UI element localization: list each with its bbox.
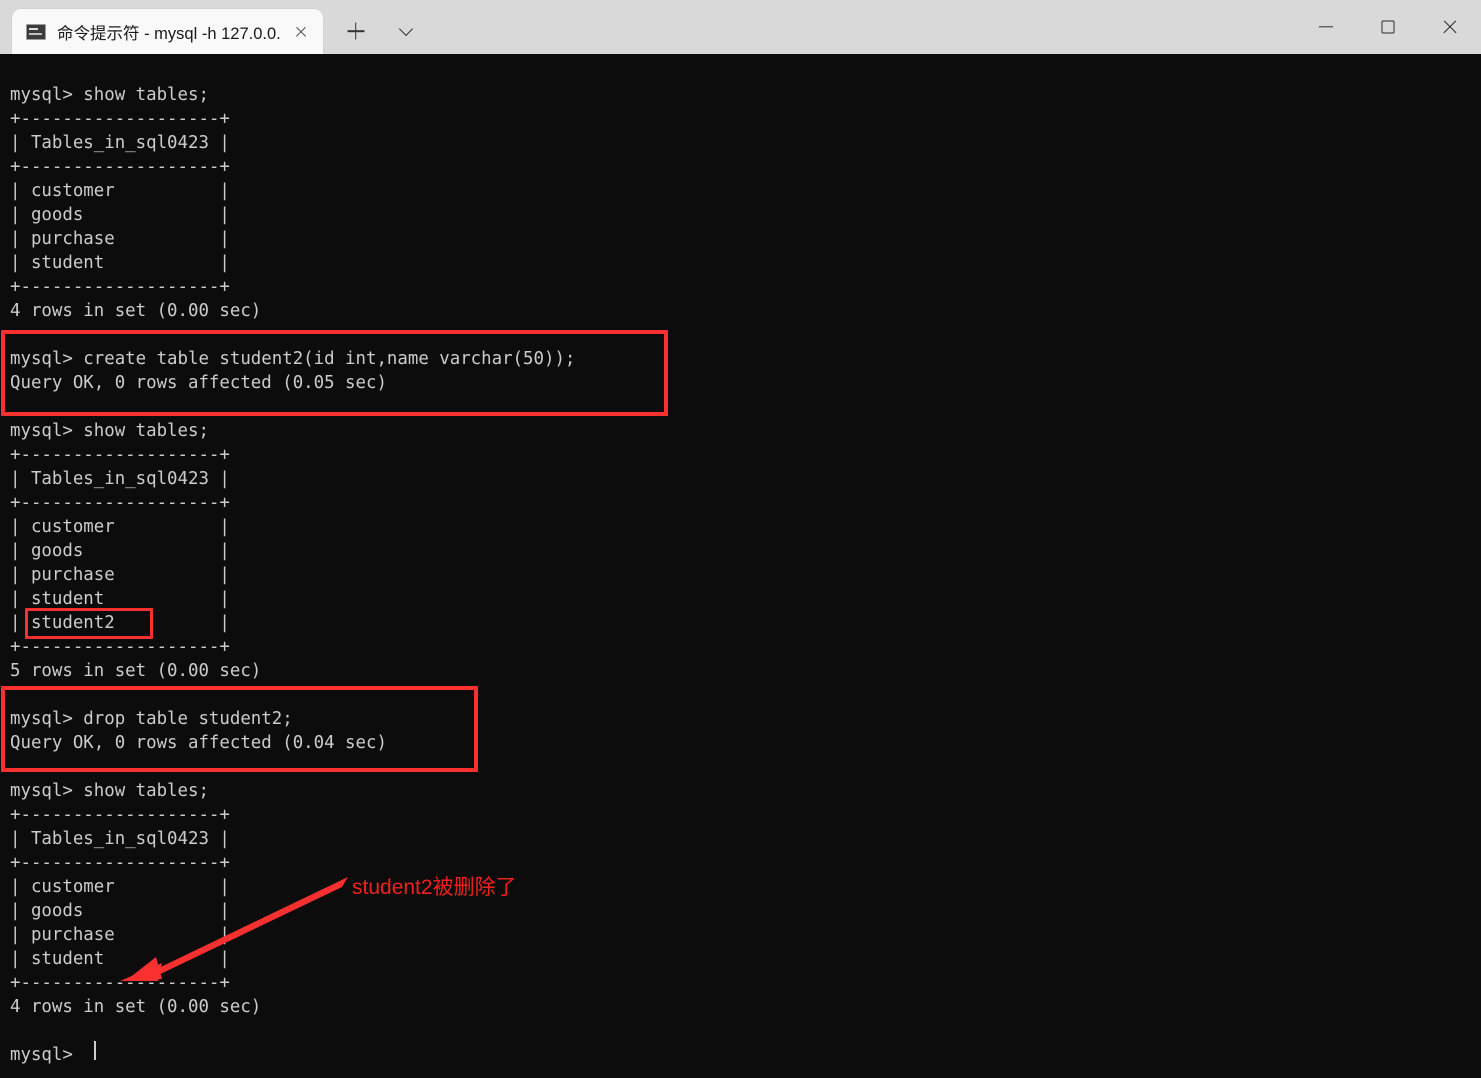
console-icon bbox=[26, 23, 46, 40]
minimize-icon bbox=[1319, 26, 1333, 28]
terminal-window: 命令提示符 - mysql -h 127.0.0. mysql> show ta… bbox=[0, 0, 1481, 1078]
new-tab-button[interactable] bbox=[337, 12, 375, 50]
tab-title: 命令提示符 - mysql -h 127.0.0. bbox=[57, 24, 281, 43]
annotation-note: student2被删除了 bbox=[352, 876, 517, 899]
close-icon[interactable] bbox=[287, 18, 315, 46]
chevron-down-icon[interactable] bbox=[387, 12, 425, 50]
highlight-box-create-table bbox=[1, 330, 668, 416]
tab-command-prompt[interactable]: 命令提示符 - mysql -h 127.0.0. bbox=[12, 9, 323, 54]
maximize-icon bbox=[1381, 20, 1395, 34]
minimize-button[interactable] bbox=[1295, 0, 1357, 54]
highlight-box-drop-table bbox=[1, 686, 478, 772]
terminal-body[interactable]: mysql> show tables; +-------------------… bbox=[0, 54, 1481, 1078]
maximize-button[interactable] bbox=[1357, 0, 1419, 54]
title-bar: 命令提示符 - mysql -h 127.0.0. bbox=[0, 0, 1481, 54]
tab-strip: 命令提示符 - mysql -h 127.0.0. bbox=[0, 0, 425, 54]
text-cursor bbox=[94, 1041, 96, 1060]
close-button[interactable] bbox=[1419, 0, 1481, 54]
console-output: mysql> show tables; +-------------------… bbox=[10, 85, 576, 1065]
highlight-box-student2-row bbox=[25, 608, 153, 639]
window-controls bbox=[1295, 0, 1481, 54]
